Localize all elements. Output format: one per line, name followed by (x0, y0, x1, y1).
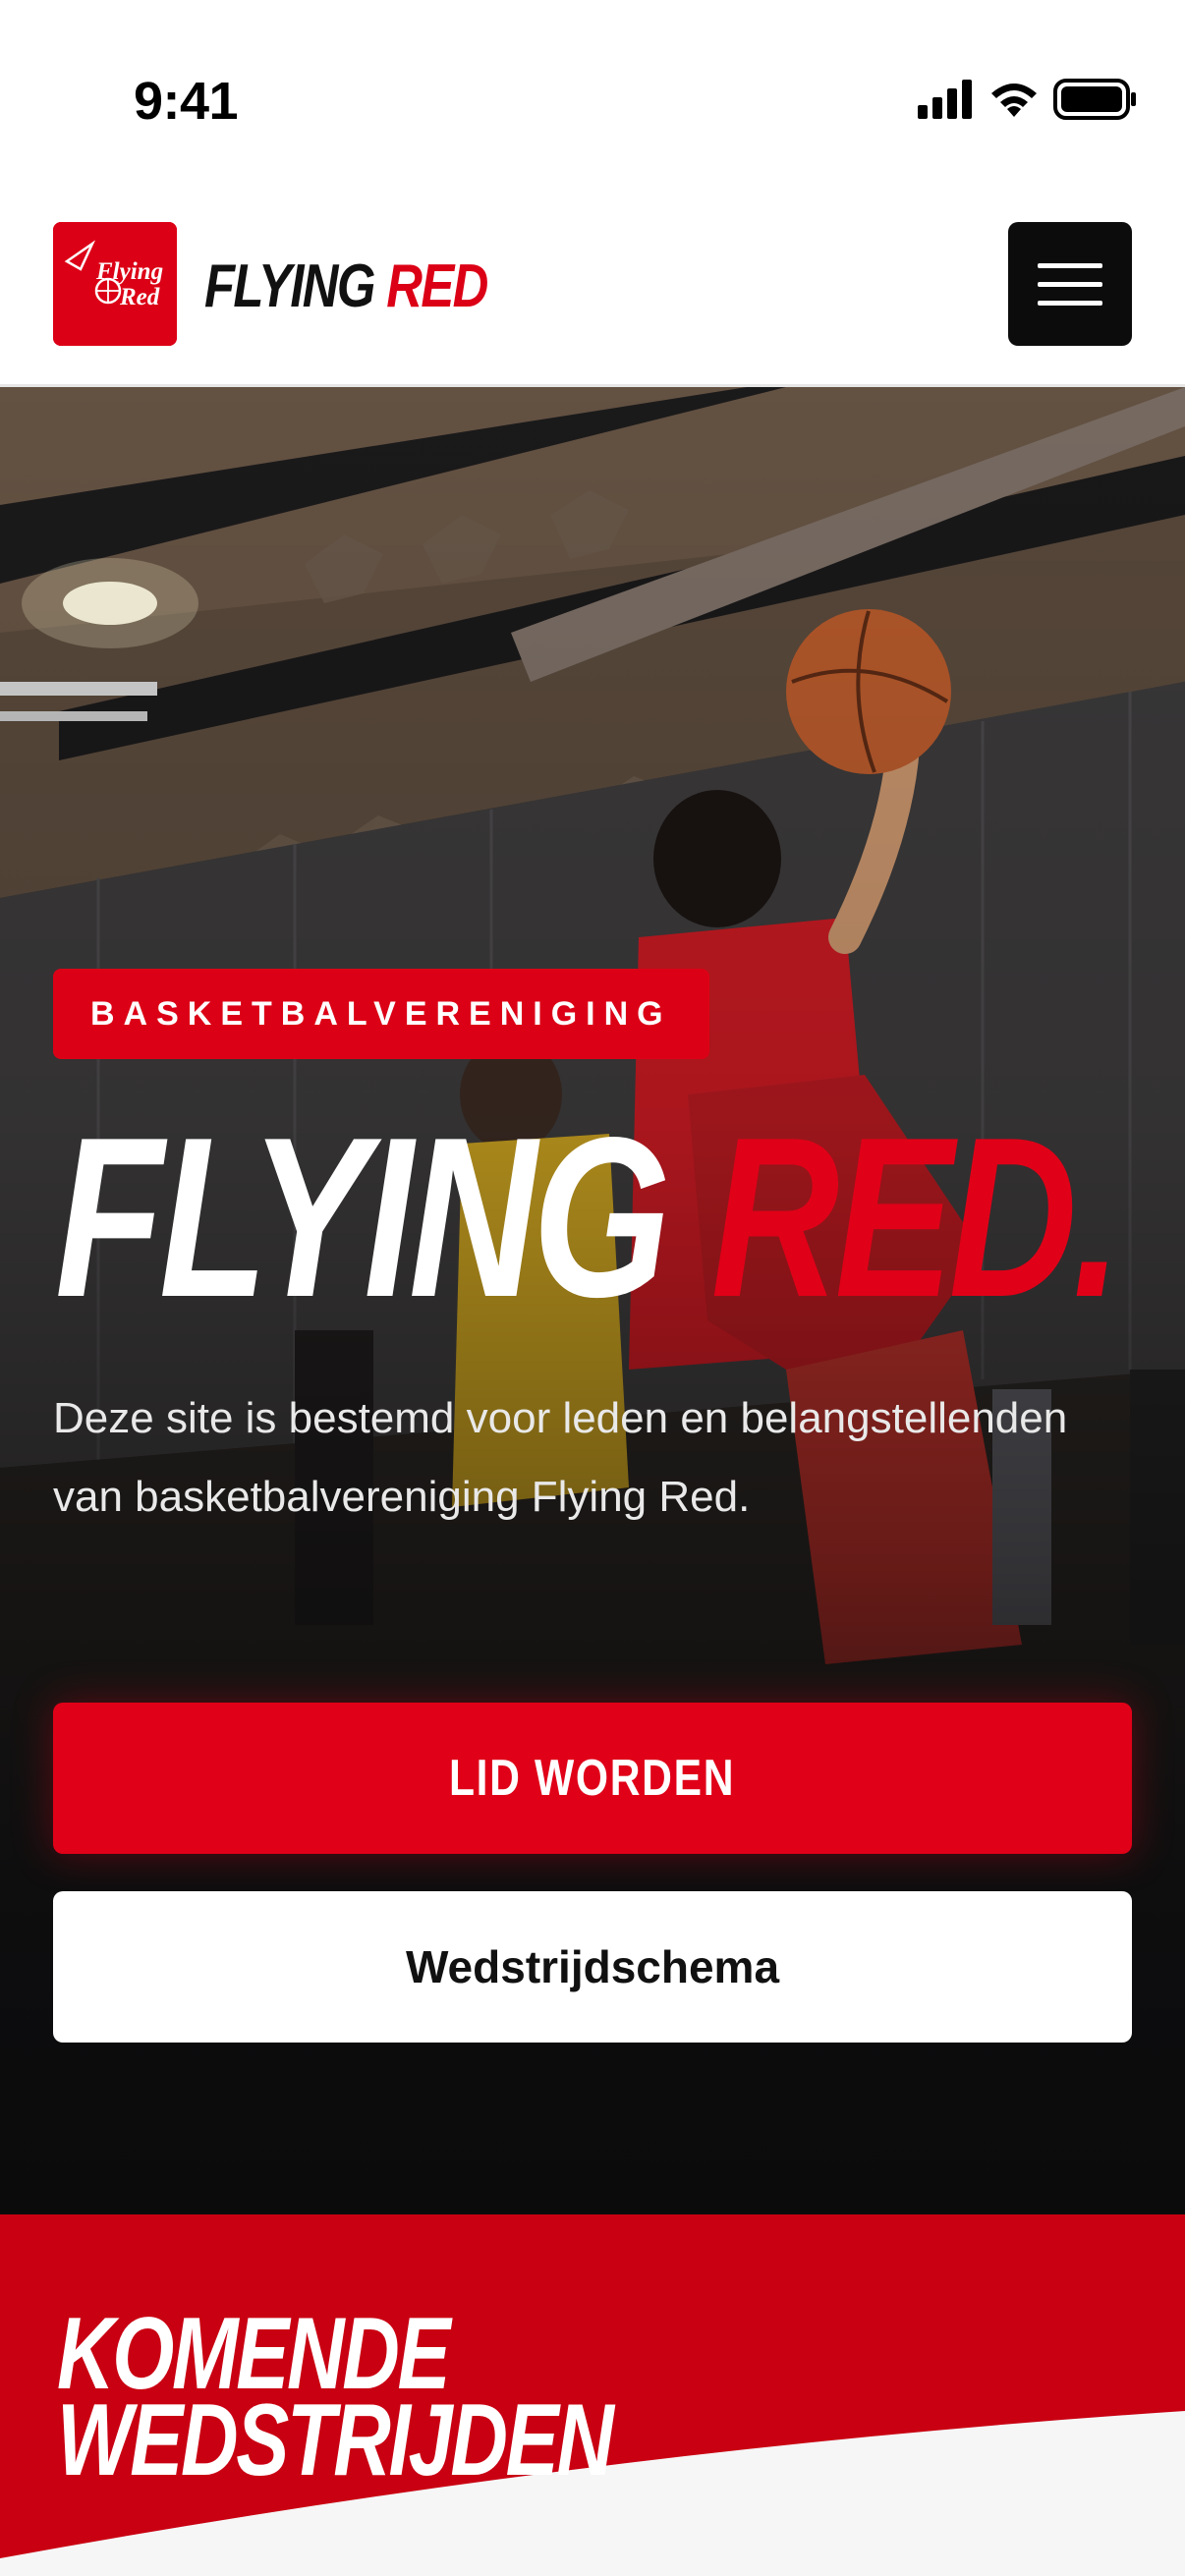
svg-text:Flying: Flying (95, 258, 163, 285)
hero-title-white: FLYING (55, 1091, 671, 1345)
status-icons (918, 79, 1138, 120)
schedule-button[interactable]: Wedstrijdschema (53, 1891, 1132, 2043)
status-time: 9:41 (134, 72, 239, 131)
menu-icon-line (1038, 281, 1102, 287)
menu-button[interactable] (1008, 222, 1132, 346)
menu-icon-line (1038, 300, 1102, 306)
signal-icon (918, 80, 972, 119)
join-button-label: LID WORDEN (449, 1750, 736, 1807)
status-bar: 9:41 (0, 0, 1185, 206)
hero-title-red: RED. (710, 1091, 1122, 1345)
menu-icon (1038, 262, 1102, 268)
brand-name[interactable]: FLYING RED (204, 252, 488, 321)
svg-text:Red: Red (119, 284, 160, 310)
join-button[interactable]: LID WORDEN (53, 1703, 1132, 1854)
wifi-icon (991, 84, 1037, 117)
club-logo[interactable]: Flying Red (53, 222, 177, 346)
logo-graphic: Flying Red (53, 222, 177, 346)
battery-icon (1053, 79, 1136, 120)
site-header: Flying Red FLYING RED (0, 206, 1185, 387)
upcoming-matches-section: KOMENDE WEDSTRIJDEN (0, 2214, 1185, 2576)
hero-description: Deze site is bestemd voor leden en belan… (53, 1394, 1068, 1521)
upcoming-title-line2: WEDSTRIJDEN (57, 2383, 614, 2497)
upcoming-matches-title: KOMENDE WEDSTRIJDEN (57, 2303, 614, 2497)
hero-section: BASKETBALVERENIGING FLYING RED. Deze sit… (0, 387, 1185, 2214)
category-badge: BASKETBALVERENIGING (53, 969, 709, 1059)
schedule-button-label: Wedstrijdschema (405, 1941, 780, 1992)
hero-title: FLYING RED. (55, 1104, 1122, 1332)
brand-name-red: RED (386, 252, 488, 320)
brand-name-white: FLYING (204, 252, 375, 320)
